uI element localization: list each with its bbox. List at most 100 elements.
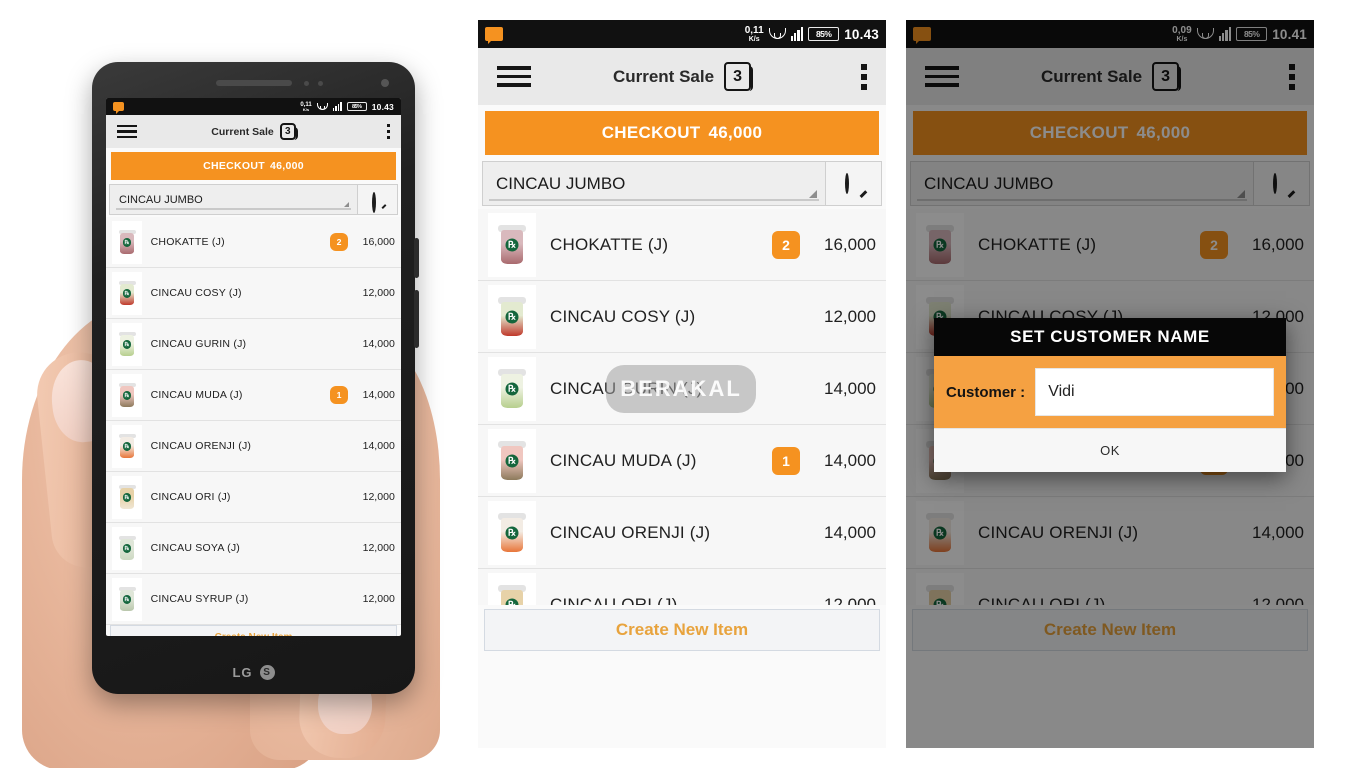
brand-logo-icon: ℞ bbox=[123, 595, 132, 604]
signal-bars-icon bbox=[790, 27, 804, 41]
table-row[interactable]: ℞ CINCAU SOYA (J) 12,000 bbox=[106, 523, 401, 574]
item-price: 14,000 bbox=[362, 338, 395, 350]
checkout-button[interactable]: CHECKOUT 46,000 bbox=[485, 111, 879, 155]
brand-logo-icon: ℞ bbox=[505, 598, 519, 605]
dialog-ok-button[interactable]: OK bbox=[1100, 443, 1120, 458]
search-icon bbox=[844, 172, 867, 198]
data-rate-indicator: 0,11 K/s bbox=[744, 24, 764, 43]
drink-thumbnail: ℞ bbox=[497, 513, 527, 553]
thumbnail-cell: ℞ bbox=[488, 284, 536, 349]
search-button[interactable] bbox=[358, 184, 398, 215]
signal-bars-icon bbox=[332, 102, 342, 111]
thumbnail-cell: ℞ bbox=[488, 356, 536, 421]
status-bar: 0,11 K/s 85% 10.43 bbox=[106, 98, 401, 115]
battery-indicator: 85% bbox=[808, 27, 840, 41]
battery-indicator: 85% bbox=[346, 102, 367, 111]
data-rate-indicator: 0,11 K/s bbox=[300, 101, 312, 112]
item-name: CINCAU MUDA (J) bbox=[150, 389, 243, 401]
app-bar: Current Sale 3 bbox=[478, 48, 886, 105]
status-bar: 0,11 K/s 85% 10.43 bbox=[478, 20, 886, 48]
hamburger-menu-icon[interactable] bbox=[117, 125, 137, 138]
dialog-title: SET CUSTOMER NAME bbox=[934, 318, 1286, 356]
search-input[interactable]: CINCAU JUMBO bbox=[482, 161, 826, 206]
brand-logo-icon: ℞ bbox=[505, 454, 519, 468]
brand-logo-icon: ℞ bbox=[123, 238, 132, 247]
table-row[interactable]: ℞ CINCAU MUDA (J) 1 14,000 bbox=[478, 425, 886, 497]
table-row[interactable]: ℞ CINCAU COSY (J) 12,000 bbox=[106, 268, 401, 319]
drink-thumbnail: ℞ bbox=[118, 485, 137, 510]
middle-screenshot-panel: 0,11 K/s 85% 10.43 Current Sale 3 CHECKO… bbox=[478, 20, 886, 748]
search-underline bbox=[489, 199, 819, 201]
overflow-menu-icon[interactable] bbox=[861, 63, 867, 90]
thumbnail-cell: ℞ bbox=[488, 500, 536, 565]
item-price: 14,000 bbox=[824, 378, 876, 398]
sale-count-badge: 3 bbox=[724, 62, 754, 91]
drink-thumbnail: ℞ bbox=[497, 225, 527, 265]
thumbnail-cell: ℞ bbox=[112, 373, 142, 417]
table-row[interactable]: ℞ CINCAU GURIN (J) 14,000 bbox=[478, 353, 886, 425]
brand-logo-icon: ℞ bbox=[505, 310, 519, 324]
left-photo-panel: 0,11 K/s 85% 10.43 Current Sale 3 CHECKO… bbox=[0, 0, 460, 768]
checkout-button[interactable]: CHECKOUT 46,000 bbox=[111, 152, 396, 180]
item-list[interactable]: ℞ CHOKATTE (J) 2 16,000 ℞ CINCAU COSY (J) 12,0… bbox=[478, 209, 886, 605]
thumbnail-cell: ℞ bbox=[112, 271, 142, 315]
dropdown-corner-icon bbox=[809, 190, 817, 198]
table-row[interactable]: ℞ CHOKATTE (J) 2 16,000 bbox=[106, 217, 401, 268]
brand-logo-icon: ℞ bbox=[123, 340, 132, 349]
hamburger-menu-icon[interactable] bbox=[497, 66, 531, 87]
phone-brand-mark: S bbox=[259, 665, 275, 680]
wifi-icon bbox=[316, 102, 328, 111]
item-price: 12,000 bbox=[362, 287, 395, 299]
item-price: 12,000 bbox=[362, 542, 395, 554]
search-input[interactable]: CINCAU JUMBO bbox=[109, 184, 358, 215]
brand-logo-icon: ℞ bbox=[123, 442, 132, 451]
table-row[interactable]: ℞ CINCAU ORENJI (J) 14,000 bbox=[478, 497, 886, 569]
brand-logo-icon: ℞ bbox=[505, 238, 519, 252]
message-icon bbox=[485, 27, 503, 44]
drink-thumbnail: ℞ bbox=[118, 434, 137, 459]
table-row[interactable]: ℞ CINCAU COSY (J) 12,000 bbox=[478, 281, 886, 353]
table-row[interactable]: ℞ CINCAU MUDA (J) 1 14,000 bbox=[106, 370, 401, 421]
brand-logo-icon: ℞ bbox=[505, 382, 519, 396]
item-name: CINCAU ORI (J) bbox=[550, 594, 678, 606]
drink-thumbnail: ℞ bbox=[118, 281, 137, 306]
table-row[interactable]: ℞ CINCAU ORENJI (J) 14,000 bbox=[106, 421, 401, 472]
phone-power-button[interactable] bbox=[414, 290, 419, 348]
checkout-amount: 46,000 bbox=[708, 123, 763, 142]
item-name: CINCAU SOYA (J) bbox=[150, 542, 241, 554]
overflow-menu-icon[interactable] bbox=[386, 123, 390, 140]
table-row[interactable]: ℞ CINCAU ORI (J) 12,000 bbox=[478, 569, 886, 605]
search-row: CINCAU JUMBO bbox=[478, 161, 886, 209]
thumbnail-cell: ℞ bbox=[488, 428, 536, 493]
item-name: CINCAU GURIN (J) bbox=[150, 338, 247, 350]
table-row[interactable]: ℞ CHOKATTE (J) 2 16,000 bbox=[478, 209, 886, 281]
table-row[interactable]: ℞ CINCAU GURIN (J) 14,000 bbox=[106, 319, 401, 370]
create-new-item-button[interactable]: Create New Item bbox=[484, 609, 880, 651]
phone-brand-label: LG bbox=[232, 665, 253, 680]
search-input-value: CINCAU JUMBO bbox=[496, 173, 626, 193]
phone-front-camera bbox=[381, 79, 389, 87]
thumbnail-cell: ℞ bbox=[112, 577, 142, 621]
phone-brand: LG S bbox=[92, 665, 415, 680]
item-price: 12,000 bbox=[362, 491, 395, 503]
drink-thumbnail: ℞ bbox=[497, 585, 527, 605]
drink-thumbnail: ℞ bbox=[118, 383, 137, 408]
brand-logo-icon: ℞ bbox=[123, 391, 132, 400]
item-name: CINCAU MUDA (J) bbox=[550, 450, 697, 470]
item-price: 16,000 bbox=[824, 234, 876, 254]
phone-volume-button[interactable] bbox=[414, 238, 419, 278]
quantity-badge: 2 bbox=[330, 233, 348, 251]
search-row: CINCAU JUMBO bbox=[106, 184, 401, 217]
item-list[interactable]: ℞ CHOKATTE (J) 2 16,000 ℞ CINCAU COSY (J) 12,0… bbox=[106, 217, 401, 625]
create-new-item-button[interactable]: Create New Item bbox=[110, 625, 397, 636]
dropdown-corner-icon bbox=[344, 202, 349, 207]
checkout-wrap: CHECKOUT 46,000 bbox=[478, 105, 886, 161]
search-button[interactable] bbox=[826, 161, 882, 206]
customer-name-input[interactable]: Vidi bbox=[1035, 368, 1274, 416]
screenshot-stage: 0,11 K/s 85% 10.43 Current Sale 3 CHECKO… bbox=[0, 0, 1366, 768]
search-icon bbox=[371, 191, 387, 213]
table-row[interactable]: ℞ CINCAU ORI (J) 12,000 bbox=[106, 472, 401, 523]
search-underline bbox=[116, 208, 351, 210]
item-name: CINCAU COSY (J) bbox=[150, 287, 242, 299]
table-row[interactable]: ℞ CINCAU SYRUP (J) 12,000 bbox=[106, 574, 401, 625]
